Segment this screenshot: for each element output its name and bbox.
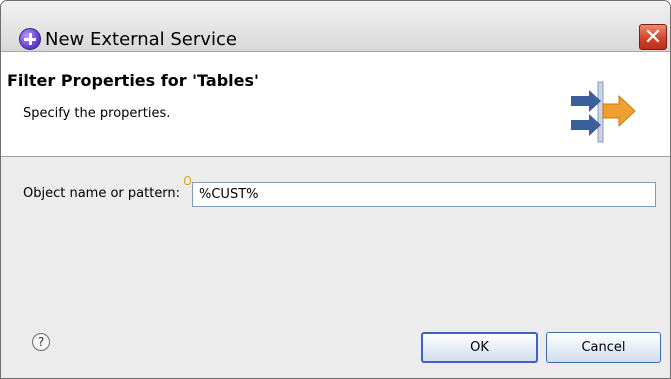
wizard-body: Object name or pattern: %CUST% ? OK Canc… <box>1 157 670 378</box>
help-icon[interactable]: ? <box>32 333 50 351</box>
dialog-window: New External Service ✕ Filter Properties… <box>0 0 671 379</box>
title-bar[interactable]: New External Service ✕ <box>1 1 670 52</box>
cancel-button[interactable]: Cancel <box>546 332 661 363</box>
ok-button[interactable]: OK <box>421 332 538 363</box>
wizard-header: Filter Properties for 'Tables' Specify t… <box>1 52 670 157</box>
object-name-input[interactable]: %CUST% <box>192 182 656 207</box>
object-name-label: Object name or pattern: <box>23 186 181 201</box>
close-button[interactable]: ✕ <box>639 24 667 50</box>
content-assist-marker-icon <box>184 176 191 185</box>
external-service-arrows-icon <box>571 81 636 143</box>
app-icon <box>19 28 41 50</box>
window-title: New External Service <box>45 29 237 50</box>
page-title: Filter Properties for 'Tables' <box>7 71 259 90</box>
page-description: Specify the properties. <box>23 106 171 121</box>
